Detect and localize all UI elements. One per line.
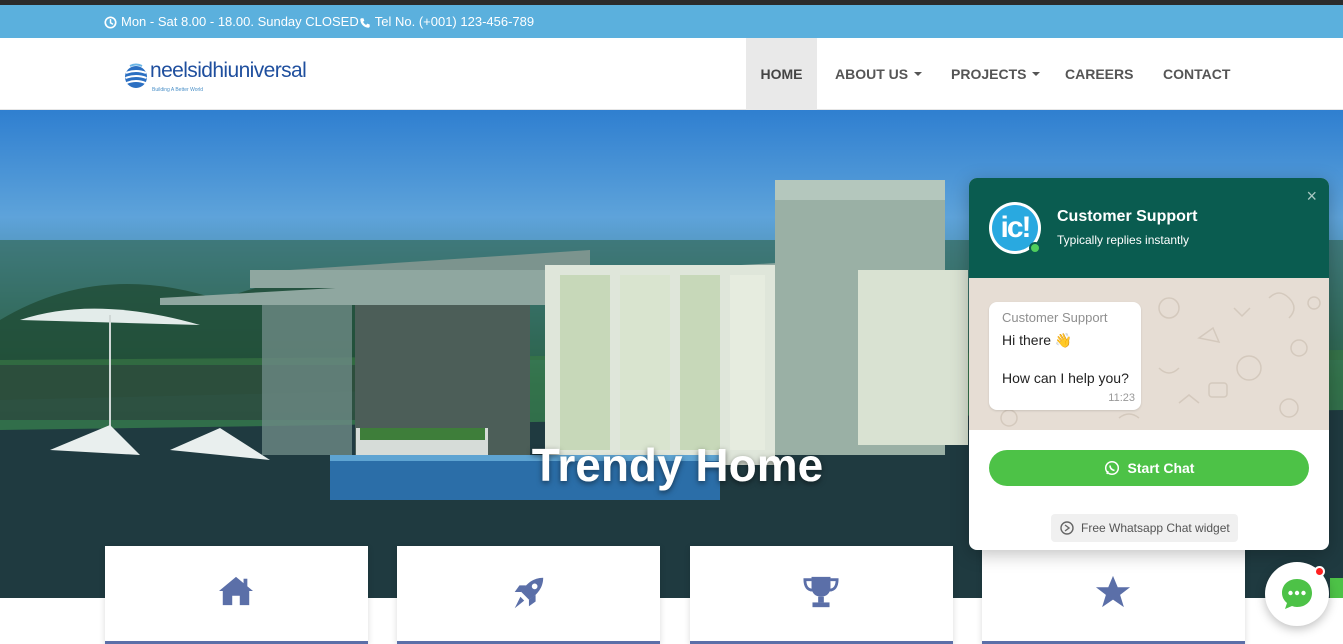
phone-icon (359, 14, 371, 29)
online-status-dot (1029, 242, 1041, 254)
widget-credit-link[interactable]: Free Whatsapp Chat widget (1051, 514, 1238, 542)
site-logo[interactable]: neelsidhiuniversal Building A Better Wor… (124, 56, 307, 100)
chat-body: Customer Support Hi there 👋 How can I he… (969, 278, 1329, 430)
whatsapp-icon (1104, 460, 1119, 476)
feature-card-rocket[interactable] (397, 546, 660, 644)
logo-tagline: Building A Better World (152, 87, 204, 93)
message-question: How can I help you? (1002, 370, 1129, 386)
nav-contact-label: CONTACT (1163, 66, 1231, 82)
nav-careers-label: CAREERS (1065, 66, 1134, 82)
rocket-icon (514, 577, 544, 609)
start-chat-label: Start Chat (1127, 460, 1195, 476)
credit-label: Free Whatsapp Chat widget (1081, 521, 1230, 535)
widget-brand-icon (1060, 521, 1074, 535)
notification-dot (1314, 566, 1325, 577)
nav-projects[interactable]: PROJECTS (933, 38, 1050, 110)
message-greeting: Hi there 👋 (1002, 332, 1073, 348)
logo-globe-icon (125, 63, 147, 88)
feature-card-star[interactable] (982, 546, 1245, 644)
business-hours: Mon - Sat 8.00 - 18.00. Sunday CLOSED (121, 14, 359, 30)
message-time: 11:23 (1108, 392, 1135, 404)
feature-card-trophy[interactable] (690, 546, 953, 644)
nav-home[interactable]: HOME (746, 38, 817, 110)
nav-about-us-label: ABOUT US (835, 66, 909, 82)
primary-nav: HOME ABOUT US PROJECTS CAREERS CONTACT (746, 38, 1248, 110)
nav-home-label: HOME (760, 66, 803, 82)
chat-bubble-icon (1282, 579, 1312, 609)
chat-subtitle: Typically replies instantly (1057, 233, 1190, 247)
chat-widget-header: ic! Customer Support Typically replies i… (969, 178, 1329, 278)
home-icon (219, 576, 253, 606)
star-icon (1095, 575, 1131, 608)
close-icon[interactable]: × (1306, 186, 1317, 207)
main-navbar: neelsidhiuniversal Building A Better Wor… (0, 38, 1343, 110)
phone-number[interactable]: Tel No. (+001) 123-456-789 (375, 14, 534, 29)
nav-contact[interactable]: CONTACT (1148, 38, 1248, 110)
chevron-down-icon (1032, 72, 1041, 76)
trophy-icon (803, 576, 839, 608)
chat-edge-strip (1330, 578, 1343, 598)
nav-projects-label: PROJECTS (951, 66, 1027, 82)
message-sender: Customer Support (1002, 310, 1108, 325)
chevron-down-icon (914, 72, 923, 76)
info-bar: Mon - Sat 8.00 - 18.00. Sunday CLOSED Te… (0, 5, 1343, 38)
nav-careers[interactable]: CAREERS (1050, 38, 1148, 110)
whatsapp-chat-widget: ic! Customer Support Typically replies i… (969, 178, 1329, 550)
logo-brand: neelsidhiuniversal (150, 59, 307, 82)
clock-icon (104, 14, 117, 29)
chat-toggle-button[interactable] (1265, 562, 1329, 626)
welcome-message-bubble: Customer Support Hi there 👋 How can I he… (989, 302, 1141, 410)
start-chat-button[interactable]: Start Chat (989, 450, 1309, 486)
nav-about-us[interactable]: ABOUT US (817, 38, 933, 110)
feature-card-home[interactable] (105, 546, 368, 644)
chat-title: Customer Support (1057, 208, 1198, 225)
